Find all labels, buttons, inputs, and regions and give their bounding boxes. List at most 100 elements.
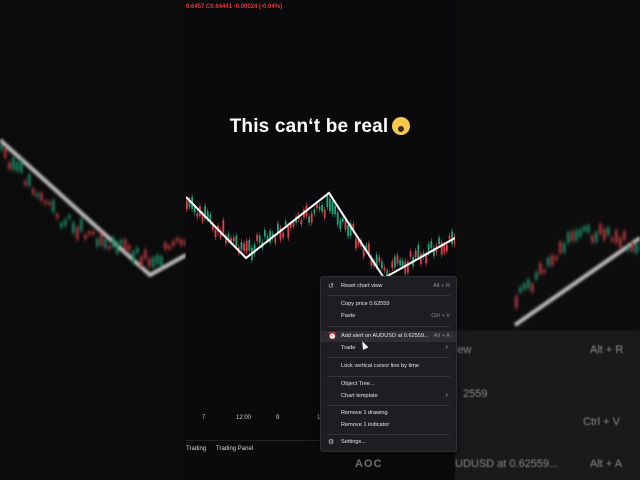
menu-label: Reset chart view [341,283,383,289]
candle-body [245,240,248,252]
candle-body [214,229,217,237]
candle-body [164,242,167,250]
candle-body [186,200,188,210]
candle-body [313,209,316,214]
chevron-right-icon: › [445,344,448,351]
candle-body [381,261,383,269]
candle-body [631,242,634,252]
menu-item-trade[interactable]: Trade › [321,343,456,354]
candle-body [258,235,261,243]
left-blurred-chart [0,0,186,480]
trading-panel-tab[interactable]: Trading Panel [216,446,253,452]
candle-body [448,235,451,240]
menu-item-paste[interactable]: Paste Ctrl + V [321,311,456,322]
candle-body [587,225,590,233]
menu-item-copy-price[interactable]: Copy price 0.62559 [321,299,456,310]
right-zigzag-line [513,236,640,327]
candle-body [300,220,303,225]
bg-menu-text-6: Alt + A [590,458,623,470]
screaming-face-icon [392,117,411,135]
candle-body [172,240,175,246]
candle-body [160,256,163,267]
candle-body [92,231,95,235]
menu-separator [327,376,450,377]
candle-body [336,212,339,225]
candle-body [591,235,594,243]
candle-body [331,201,334,214]
time-axis-label-3: 9 [276,415,280,421]
candle-body [40,192,43,201]
candle-body [615,230,618,243]
candle-body [140,256,143,267]
candle-body [266,236,269,240]
candle-body [60,222,63,228]
candle-body [329,198,331,212]
video-caption: This can‘t be real [0,116,640,138]
candle-body [563,243,566,253]
candle-body [136,247,139,254]
candle-body [383,267,386,271]
menu-label: Lock vertical cursor line by time [341,363,420,369]
menu-label: Object Tree... [341,381,375,387]
candle-body [344,220,347,230]
menu-item-lock-cursor[interactable]: Lock vertical cursor line by time [321,361,456,372]
time-axis-label-1: 7 [202,415,206,421]
menu-label: Chart template [341,393,378,399]
left-chart-svg [0,138,186,278]
candle-body [555,256,558,260]
candle-body [256,234,258,241]
candle-body [80,218,83,232]
candle-body [12,157,15,171]
candle-body [222,220,225,233]
candle-body [519,287,522,293]
zigzag-drawing[interactable] [186,191,455,280]
candle-body [539,263,542,275]
candle-body [326,195,329,208]
right-candles [515,220,640,312]
background-menu-reflection: iew Alt + R 2559 Ctrl + V UDUSD at 0.625… [455,330,640,480]
candle-body [235,235,238,246]
menu-item-chart-template[interactable]: Chart template › [321,391,456,402]
candle-body [156,254,159,264]
menu-item-settings[interactable]: ⚙ Settings... [321,437,456,448]
candle-body [68,215,71,219]
candle-body [180,239,183,246]
candle-body [88,231,91,235]
candle-body [599,223,602,235]
candle-body [417,245,420,258]
candle-body [112,237,115,248]
bg-menu-text-5: UDUSD at 0.62559... [455,458,559,470]
candle-body [290,224,292,228]
menu-separator [327,326,450,327]
candle-body [619,237,622,248]
candle-body [120,239,123,244]
candle-body [316,204,318,209]
menu-item-remove-drawing[interactable]: Remove 1 drawing [321,408,456,419]
candle-body [627,246,630,251]
candle-body [282,232,284,238]
candle-body [579,229,582,237]
menu-item-reset-chart-view[interactable]: ↺ Reset chart view Alt + R [321,281,456,292]
candle-body [583,226,586,232]
candle-body [378,257,381,262]
menu-label: Remove 1 indicator [341,422,390,428]
menu-item-add-alert[interactable]: ⏰ Add alert on AUDUSD at 0.62559... Alt … [321,331,456,342]
candle-body [240,242,243,250]
menu-item-remove-indicator[interactable]: Remove 1 indicator [321,420,456,431]
candle-body [310,213,313,223]
candle-body [595,232,598,243]
menu-label: Settings... [341,439,366,445]
menu-label: Trade [341,345,356,351]
reset-icon: ↺ [328,283,334,290]
candle-body [287,226,290,238]
bg-menu-text-3: 2559 [463,388,488,400]
candle-body [128,245,131,251]
candle-body [264,230,266,237]
candle-body [148,258,151,267]
bg-menu-text-2: Alt + R [590,344,624,356]
candle-body [451,231,453,245]
candle-body [391,261,394,269]
menu-item-object-tree[interactable]: Object Tree... [321,379,456,390]
trading-tab[interactable]: Trading [186,446,206,452]
monitor-brand-logo: AOC [355,458,383,470]
